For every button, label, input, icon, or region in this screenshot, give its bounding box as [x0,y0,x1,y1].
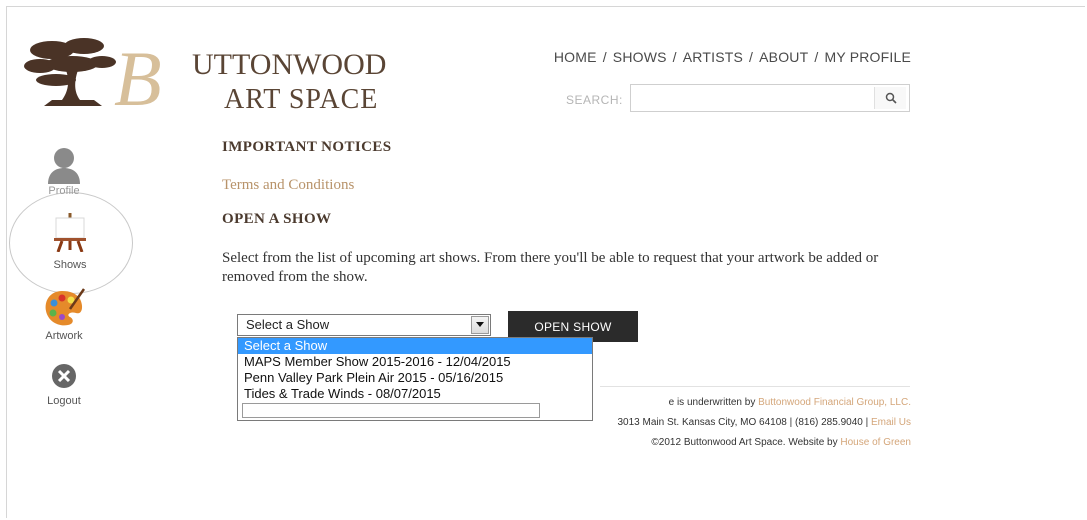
top-nav: HOME / SHOWS / ARTISTS / ABOUT / MY PROFILE [553,49,911,65]
footer-divider [600,386,910,387]
sidebar-item-profile[interactable]: Profile [29,144,99,197]
tree-logo-icon [24,38,116,106]
dropdown-option[interactable]: Penn Valley Park Plein Air 2015 - 05/16/… [238,370,592,386]
dropdown-option[interactable]: MAPS Member Show 2015-2016 - 12/04/2015 [238,354,592,370]
footer-underwriter-link[interactable]: Buttonwood Financial Group, LLC. [758,397,911,408]
nav-shows[interactable]: SHOWS [613,49,667,65]
sidebar-item-logout[interactable]: Logout [29,362,99,407]
terms-link[interactable]: Terms and Conditions [222,177,354,194]
logo-initial: B [114,35,162,122]
site-logo[interactable]: B UTTONWOOD ART SPACE [22,35,422,122]
dropdown-empty-option[interactable] [242,403,540,418]
sidebar-item-label: Logout [47,395,81,407]
email-us-link[interactable]: Email Us [871,417,911,428]
footer-copyright: ©2012 Buttonwood Art Space. Website by H… [651,437,911,448]
nav-home[interactable]: HOME [554,49,597,65]
nav-about[interactable]: ABOUT [759,49,808,65]
footer-underwriter: e is underwritten by Buttonwood Financia… [668,397,911,408]
open-show-description: Select from the list of upcoming art sho… [222,250,879,285]
nav-artists[interactable]: ARTISTS [683,49,743,65]
sidebar-item-label: Shows [53,259,87,271]
show-select[interactable]: Select a Show [237,314,491,336]
show-select-value: Select a Show [246,317,330,332]
sidebar-item-label: Artwork [45,330,83,342]
palette-icon [45,288,86,326]
house-of-green-link[interactable]: House of Green [840,437,911,448]
show-dropdown-list: Select a Show MAPS Member Show 2015-2016… [237,337,593,421]
close-circle-icon [52,364,76,388]
sidebar-item-artwork[interactable]: Artwork [29,287,99,342]
logo-wordmark-top: UTTONWOOD [192,48,387,81]
nav-my-profile[interactable]: MY PROFILE [824,49,911,65]
dropdown-option[interactable]: Tides & Trade Winds - 08/07/2015 [238,386,592,402]
search-label: SEARCH: [566,93,623,107]
open-show-heading: OPEN A SHOW [222,211,332,227]
easel-icon [54,213,86,253]
logo-wordmark-bottom: ART SPACE [224,84,379,115]
important-notices-heading: IMPORTANT NOTICES [222,139,392,155]
footer-address: 3013 Main St. Kansas City, MO 64108 | (8… [617,417,911,428]
profile-icon [48,148,80,184]
sidebar-item-label: Profile [48,185,80,197]
search-icon [885,92,897,104]
sidebar-item-shows[interactable]: Shows [35,212,105,271]
dropdown-option[interactable]: Select a Show [238,338,592,354]
search-input[interactable] [630,84,910,112]
chevron-down-icon[interactable] [471,316,489,334]
search-button[interactable] [874,87,906,109]
